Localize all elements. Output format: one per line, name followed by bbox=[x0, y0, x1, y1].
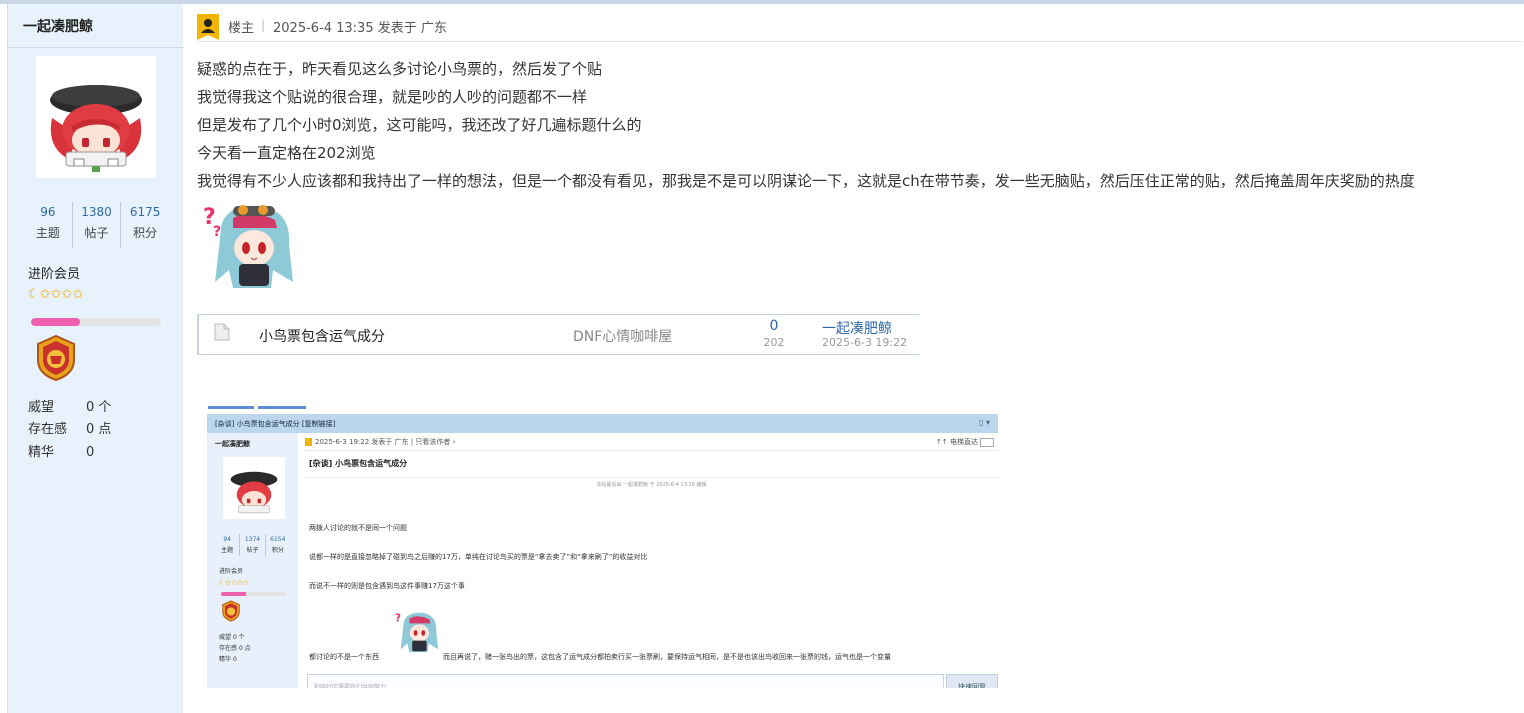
shot-info-digest: 精华 0 bbox=[219, 654, 237, 663]
op-label: 楼主 bbox=[228, 21, 255, 36]
info-digest-value: 0 bbox=[86, 445, 95, 460]
shot-stat-points-label: 积分 bbox=[271, 547, 284, 554]
header-separator: | bbox=[261, 18, 266, 32]
document-icon bbox=[214, 323, 230, 341]
shot-level-progress-fill bbox=[221, 592, 246, 596]
level-stars-icon: ☾✩✩✩✩ bbox=[28, 287, 84, 302]
shot-edit-note: 本帖最后由 一起凑肥鲸 于 2025-6-4 13:26 编辑 bbox=[305, 477, 998, 488]
info-presence: 存在感 0 点 bbox=[28, 418, 111, 437]
shot-member-level: 进阶会员 bbox=[219, 568, 244, 575]
shot-jump-input bbox=[980, 437, 994, 447]
info-prestige-value: 0 个 bbox=[86, 400, 112, 415]
stat-points[interactable]: 6175 积分 bbox=[121, 202, 169, 248]
shot-info-presence: 存在感 0 点 bbox=[219, 643, 251, 652]
shot-stat-points-value: 6154 bbox=[270, 536, 286, 543]
shot-stat-topics: 94 主题 bbox=[215, 534, 241, 556]
thread-view-count: 202 bbox=[763, 336, 785, 349]
shot-post-line-4: 都讨论的不是一个东西 bbox=[309, 653, 379, 661]
stat-posts-label: 帖子 bbox=[84, 226, 109, 240]
shot-op-icon bbox=[305, 438, 312, 446]
confused-girl-sticker: ? ? bbox=[199, 198, 299, 294]
level-medal-icon[interactable] bbox=[32, 334, 80, 382]
stat-topics-label: 主题 bbox=[35, 226, 60, 240]
stat-posts-value: 1380 bbox=[81, 205, 112, 219]
shot-post-meta: 2025-6-3 19:22 发表于 广东 | 只看该作者 › bbox=[315, 438, 456, 446]
image-tab-bar bbox=[208, 406, 254, 409]
shot-info-presence-label: 存在感 bbox=[219, 645, 238, 652]
stat-posts[interactable]: 1380 帖子 bbox=[73, 202, 122, 248]
info-prestige: 威望 0 个 bbox=[28, 396, 111, 415]
post-line-1: 疑惑的点在于，昨天看见这么多讨论小鸟票的，然后发了个贴 bbox=[197, 60, 603, 78]
stat-points-value: 6175 bbox=[129, 205, 161, 219]
shot-stat-posts-label: 帖子 bbox=[246, 547, 259, 554]
shot-stat-points: 6154 积分 bbox=[266, 534, 290, 556]
post-line-5: 我觉得有不少人应该都和我持出了一样的想法，但是一个都没有看见，那我是不是可以阴谋… bbox=[197, 172, 1415, 190]
info-digest: 精华 0 bbox=[28, 441, 94, 460]
author-stats: 96 主题 1380 帖子 6175 积分 bbox=[24, 202, 169, 248]
image-tab-bar bbox=[258, 406, 306, 409]
level-progress-fill bbox=[31, 318, 81, 326]
shot-info-prestige-value: 0 个 bbox=[232, 634, 245, 641]
shot-post-title: [杂谈] 小鸟票包含运气成分 bbox=[309, 459, 408, 468]
shot-post-line-2: 说都一样的是直接忽略掉了碰到鸟之后赚的17万，单纯在讨论鸟买的票是“拿去卖了”和… bbox=[309, 553, 648, 561]
shot-stat-topics-value: 94 bbox=[223, 536, 231, 543]
shot-post-area: 2025-6-3 19:22 发表于 广东 | 只看该作者 › ↑↑ 电梯直达 … bbox=[305, 433, 998, 688]
shot-jump-floor: ↑↑ 电梯直达 bbox=[936, 437, 994, 447]
top-divider bbox=[0, 0, 1524, 4]
info-digest-label: 精华 bbox=[28, 445, 55, 460]
shot-author-avatar bbox=[223, 457, 285, 519]
post-line-3: 但是发布了几个小时0浏览，这可能吗，我还改了好几遍标题什么的 bbox=[197, 116, 642, 134]
shot-author-sidebar: 一起凑肥鲸 94 主题 1374 帖子 6154 积分 进阶会员 ☾✩✩✩✩ 威… bbox=[207, 433, 298, 688]
shot-stat-topics-label: 主题 bbox=[221, 547, 234, 554]
svg-text:?: ? bbox=[395, 612, 401, 624]
user-badge-icon bbox=[197, 14, 219, 40]
shot-confused-girl-sticker: ? bbox=[393, 608, 441, 656]
shot-quick-reply-button: 快速回复 bbox=[946, 674, 998, 688]
thread-date: 2025-6-3 19:22 bbox=[822, 336, 908, 349]
stat-points-label: 积分 bbox=[133, 226, 158, 240]
shot-stat-posts-value: 1374 bbox=[244, 536, 261, 543]
member-level[interactable]: 进阶会员 bbox=[28, 263, 80, 282]
shot-author-username: 一起凑肥鲸 bbox=[215, 440, 250, 448]
shot-quick-reply-input: 和网社区需要我们共同努力 bbox=[307, 674, 944, 688]
shot-level-stars-icon: ☾✩✩✩✩ bbox=[219, 579, 249, 587]
svg-text:?: ? bbox=[213, 224, 221, 240]
shot-level-progress-bar bbox=[221, 592, 286, 596]
post-line-2: 我觉得我这个贴说的很合理，就是吵的人吵的问题都不一样 bbox=[197, 88, 588, 106]
level-progress-bar bbox=[31, 318, 161, 326]
info-presence-label: 存在感 bbox=[28, 422, 68, 437]
referenced-thread-card[interactable]: 小鸟票包含运气成分 DNF心情咖啡屋 0 202 一起凑肥鲸 2025-6-3 … bbox=[197, 314, 919, 355]
shot-jump-floor-label: ↑↑ 电梯直达 bbox=[936, 438, 978, 446]
author-sidebar: 一起凑肥鲸 96 主题 1380 帖子 6175 积分 进阶会员 ☾✩✩✩✩ 威… bbox=[7, 4, 184, 713]
shot-info-digest-label: 精华 bbox=[219, 656, 232, 663]
shot-author-stats: 94 主题 1374 帖子 6154 积分 bbox=[215, 534, 290, 556]
shot-post-header: 2025-6-3 19:22 发表于 广东 | 只看该作者 › ↑↑ 电梯直达 bbox=[305, 437, 998, 451]
info-prestige-label: 威望 bbox=[28, 400, 55, 415]
post-line-4: 今天看一直定格在202浏览 bbox=[197, 144, 376, 162]
thread-forum-link[interactable]: DNF心情咖啡屋 bbox=[573, 326, 672, 346]
thread-title-link[interactable]: 小鸟票包含运气成分 bbox=[259, 326, 385, 346]
shot-stat-posts: 1374 帖子 bbox=[240, 534, 266, 556]
shot-info-presence-value: 0 点 bbox=[238, 645, 251, 652]
info-presence-value: 0 点 bbox=[86, 422, 112, 437]
stat-topics[interactable]: 96 主题 bbox=[24, 202, 73, 248]
author-avatar[interactable] bbox=[36, 56, 156, 178]
shot-post-line-1: 两拨人讨论的就不是同一个问题 bbox=[309, 524, 407, 532]
shot-window-icons: ▯ ▾ bbox=[979, 418, 990, 427]
shot-window-title: [杂谈] 小鸟票包含运气成分 [复制链接] bbox=[207, 414, 998, 433]
shot-info-digest-value: 0 bbox=[232, 656, 237, 663]
embedded-screenshot-image[interactable]: [杂谈] 小鸟票包含运气成分 [复制链接] ▯ ▾ 一起凑肥鲸 94 主题 137… bbox=[207, 414, 998, 688]
thread-author-link[interactable]: 一起凑肥鲸 bbox=[822, 318, 892, 338]
shot-info-prestige: 威望 0 个 bbox=[219, 632, 245, 641]
shot-info-prestige-label: 威望 bbox=[219, 634, 232, 641]
shot-post-line-3: 而说不一样的则是包含遇到鸟这件事赚17万这个事 bbox=[309, 582, 465, 590]
post-header: 楼主 | 2025-6-4 13:35 发表于 广东 bbox=[197, 14, 1523, 42]
post-timestamp: 2025-6-4 13:35 发表于 广东 bbox=[273, 21, 447, 36]
thread-reply-count: 0 bbox=[769, 318, 779, 334]
author-username[interactable]: 一起凑肥鲸 bbox=[8, 14, 184, 48]
shot-post-line-5: 而且再说了，赌一张鸟出的票，这包含了运气成分都拍卖行买一张票刷，要保持运气相同，… bbox=[443, 653, 891, 661]
shot-medal-icon bbox=[220, 600, 242, 622]
stat-topics-value: 96 bbox=[40, 205, 56, 219]
